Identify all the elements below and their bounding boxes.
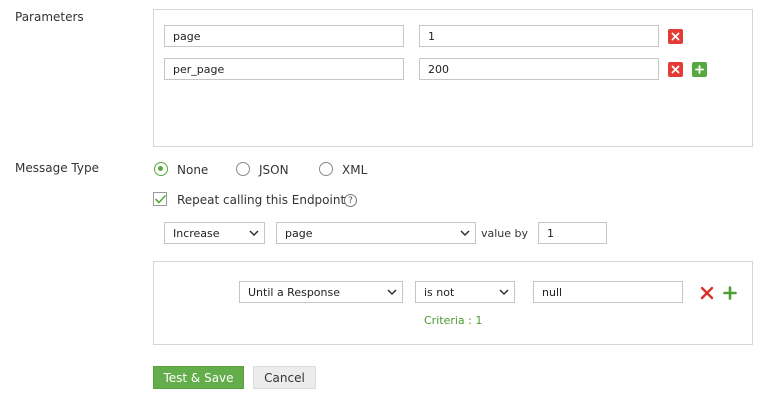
- criteria-panel: [153, 261, 753, 345]
- remove-param-button-2[interactable]: [668, 62, 683, 77]
- test-save-button[interactable]: Test & Save: [153, 366, 244, 389]
- message-type-option-json: JSON: [259, 163, 289, 177]
- operation-select-value: Increase: [173, 226, 220, 240]
- message-type-option-none: None: [177, 163, 209, 177]
- repeat-checkbox[interactable]: [153, 192, 167, 206]
- message-type-radio-xml[interactable]: [319, 162, 333, 176]
- cancel-button[interactable]: Cancel: [253, 366, 316, 389]
- plus-icon: [695, 65, 704, 74]
- remove-criteria-button[interactable]: [700, 286, 714, 300]
- help-icon[interactable]: ?: [344, 194, 357, 207]
- param-value-input-2[interactable]: [419, 58, 659, 80]
- parameters-label: Parameters: [15, 10, 84, 24]
- chevron-down-icon: [248, 227, 260, 239]
- message-type-radio-json[interactable]: [236, 162, 250, 176]
- message-type-radio-none[interactable]: [154, 162, 168, 176]
- value-by-label: value by: [481, 227, 529, 240]
- close-icon: [671, 65, 680, 74]
- close-icon: [671, 32, 680, 41]
- repeat-label: Repeat calling this Endpoint: [177, 193, 346, 207]
- param-value-input-1[interactable]: [419, 25, 659, 47]
- close-icon: [700, 286, 714, 300]
- condition-select[interactable]: Until a Response: [239, 281, 403, 303]
- operator-select[interactable]: is not: [415, 281, 515, 303]
- chevron-down-icon: [386, 286, 398, 298]
- message-type-label: Message Type: [15, 161, 99, 175]
- parameter-select[interactable]: page: [276, 222, 476, 244]
- message-type-option-xml: XML: [342, 163, 368, 177]
- parameter-select-value: page: [285, 226, 313, 240]
- operator-select-value: is not: [424, 285, 455, 299]
- check-icon: [154, 194, 166, 203]
- chevron-down-icon: [498, 286, 510, 298]
- add-criteria-button[interactable]: [723, 286, 737, 300]
- condition-select-value: Until a Response: [248, 285, 341, 299]
- plus-icon: [723, 286, 737, 300]
- operation-select[interactable]: Increase: [164, 222, 265, 244]
- value-by-input[interactable]: [538, 222, 607, 244]
- remove-param-button-1[interactable]: [668, 29, 683, 44]
- add-param-button[interactable]: [692, 62, 707, 77]
- criteria-value-input[interactable]: [533, 281, 683, 303]
- chevron-down-icon: [459, 227, 471, 239]
- param-key-input-1[interactable]: [164, 25, 404, 47]
- param-key-input-2[interactable]: [164, 58, 404, 80]
- criteria-count: Criteria : 1: [424, 314, 483, 327]
